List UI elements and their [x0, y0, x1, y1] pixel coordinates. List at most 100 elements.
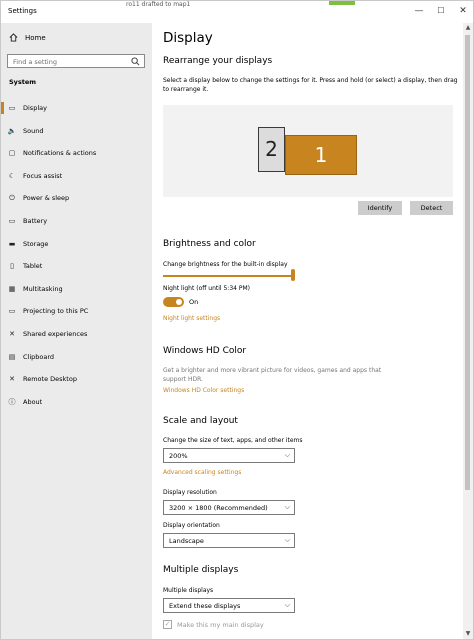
orientation-dropdown[interactable]: Landscape ⌵ [163, 533, 295, 548]
sidebar-item-label: Projecting to this PC [23, 307, 89, 316]
chevron-down-icon: ⌵ [284, 536, 290, 544]
sidebar-item-label: Battery [23, 217, 48, 225]
sidebar-item-label: Shared experiences [23, 330, 88, 338]
sidebar-item-label: Display [23, 104, 47, 112]
clipboard-icon: ▤ [8, 352, 16, 361]
scale-size-value: 200% [169, 452, 188, 460]
sidebar-item-storage[interactable]: ▬ Storage [1, 235, 152, 253]
multiple-displays-dropdown[interactable]: Extend these displays ⌵ [163, 598, 295, 613]
orientation-value: Landscape [169, 537, 204, 545]
multiple-displays-value: Extend these displays [169, 602, 241, 610]
sidebar-item-sound[interactable]: 🔈 Sound [1, 122, 152, 140]
notifications-icon: ▢ [8, 149, 16, 158]
scrollbar-thumb[interactable] [465, 35, 470, 490]
minimize-button[interactable]: — [409, 4, 429, 18]
page-title: Display [163, 30, 213, 46]
sidebar-item-tablet[interactable]: ▯ Tablet [1, 257, 152, 275]
sound-icon: 🔈 [7, 126, 17, 135]
rearrange-heading: Rearrange your displays [163, 56, 273, 66]
identify-button[interactable]: Identify [358, 201, 402, 215]
remote-desktop-icon: ✕ [9, 375, 15, 384]
display-arrangement-area[interactable]: 2 1 [163, 105, 453, 197]
sidebar-item-label: Multitasking [23, 284, 63, 293]
background-window-strip [329, 1, 355, 5]
scroll-down-arrow-icon[interactable]: ▼ [463, 629, 473, 639]
sidebar-item-label: Focus assist [23, 171, 63, 180]
scrollbar[interactable]: ▲ ▼ [463, 23, 473, 639]
main-display-checkbox[interactable]: ✓ [163, 620, 172, 629]
settings-window: Settings ro11 drafted to map1 — ☐ ✕ Home… [0, 0, 474, 640]
sidebar-item-remote-desktop[interactable]: ✕ Remote Desktop [1, 370, 152, 388]
resolution-label: Display resolution [163, 489, 217, 496]
sidebar-item-battery[interactable]: ▭ Battery [1, 212, 152, 230]
hdr-heading: Windows HD Color [163, 346, 247, 356]
chevron-down-icon: ⌵ [284, 451, 290, 459]
window-title: Settings [8, 7, 37, 15]
night-light-toggle-state: On [189, 298, 199, 306]
night-light-settings-link[interactable]: Night light settings [163, 315, 220, 322]
display-icon: ▭ [8, 104, 16, 112]
projecting-icon: ▭ [8, 307, 16, 316]
sidebar-item-power-sleep[interactable]: ⏻ Power & sleep [1, 189, 152, 207]
main-content: Display Rearrange your displays Select a… [152, 23, 472, 639]
search-input[interactable]: Find a setting [7, 54, 145, 68]
scroll-up-arrow-icon[interactable]: ▲ [463, 23, 473, 33]
tablet-icon: ▯ [10, 262, 14, 271]
sidebar-item-label: About [23, 397, 43, 406]
sidebar-item-clipboard[interactable]: ▤ Clipboard [1, 348, 152, 366]
close-button[interactable]: ✕ [453, 4, 473, 18]
sidebar-item-focus-assist[interactable]: ☾ Focus assist [1, 167, 152, 185]
sidebar-item-label: Tablet [23, 262, 43, 271]
scale-size-label: Change the size of text, apps, and other… [163, 437, 303, 444]
battery-icon: ▭ [8, 217, 16, 225]
night-light-toggle[interactable] [163, 297, 184, 307]
display-1-tile[interactable]: 1 [285, 135, 357, 175]
brightness-slider-track[interactable] [163, 275, 293, 277]
sidebar-item-projecting-to-this-pc[interactable]: ▭ Projecting to this PC [1, 302, 152, 320]
night-light-label: Night light (off until 5:34 PM) [163, 285, 250, 292]
shared-experiences-icon: ✕ [9, 330, 15, 338]
home-icon [9, 33, 18, 42]
section-label-system: System [9, 78, 37, 86]
storage-icon: ▬ [8, 239, 16, 248]
brightness-heading: Brightness and color [163, 239, 256, 249]
maximize-button[interactable]: ☐ [431, 4, 451, 18]
rearrange-description: Select a display below to change the set… [163, 77, 458, 93]
home-label: Home [25, 33, 46, 42]
display-2-tile[interactable]: 2 [258, 127, 285, 172]
chevron-down-icon: ⌵ [284, 601, 290, 609]
search-icon[interactable] [131, 57, 140, 66]
multiple-displays-heading: Multiple displays [163, 565, 239, 575]
multitasking-icon: ▦ [8, 284, 16, 293]
scale-heading: Scale and layout [163, 416, 238, 426]
brightness-slider-label: Change brightness for the built-in displ… [163, 261, 288, 268]
info-icon: ⓘ [8, 397, 16, 406]
sidebar-item-label: Sound [23, 126, 44, 135]
sidebar-item-label: Notifications & actions [23, 149, 97, 158]
sidebar-item-label: Clipboard [23, 352, 55, 361]
home-nav[interactable]: Home [9, 33, 46, 42]
sidebar-item-notifications-actions[interactable]: ▢ Notifications & actions [1, 144, 152, 162]
title-bar[interactable]: Settings ro11 drafted to map1 — ☐ ✕ [1, 1, 473, 23]
sidebar-item-display[interactable]: ▭ Display [1, 99, 152, 117]
advanced-scaling-link[interactable]: Advanced scaling settings [163, 469, 241, 476]
sidebar-item-shared-experiences[interactable]: ✕ Shared experiences [1, 325, 152, 343]
detect-button[interactable]: Detect [410, 201, 453, 215]
sidebar-item-multitasking[interactable]: ▦ Multitasking [1, 280, 152, 298]
sidebar-item-about[interactable]: ⓘ About [1, 393, 152, 411]
multiple-displays-label: Multiple displays [163, 587, 214, 594]
resolution-value: 3200 × 1800 (Recommended) [169, 504, 268, 512]
hdr-settings-link[interactable]: Windows HD Color settings [163, 387, 244, 394]
search-placeholder: Find a setting [13, 58, 57, 66]
brightness-slider-thumb[interactable] [291, 269, 295, 281]
background-window-text: ro11 drafted to map1 [126, 1, 191, 8]
sidebar-item-label: Remote Desktop [23, 375, 77, 384]
power-icon: ⏻ [9, 193, 15, 202]
hdr-description: Get a brighter and more vibrant picture … [163, 367, 382, 383]
sidebar-item-label: Storage [23, 239, 49, 248]
chevron-down-icon: ⌵ [284, 503, 290, 511]
orientation-label: Display orientation [163, 522, 220, 529]
scale-size-dropdown[interactable]: 200% ⌵ [163, 448, 295, 463]
sidebar-item-label: Power & sleep [23, 194, 70, 203]
resolution-dropdown[interactable]: 3200 × 1800 (Recommended) ⌵ [163, 500, 295, 515]
